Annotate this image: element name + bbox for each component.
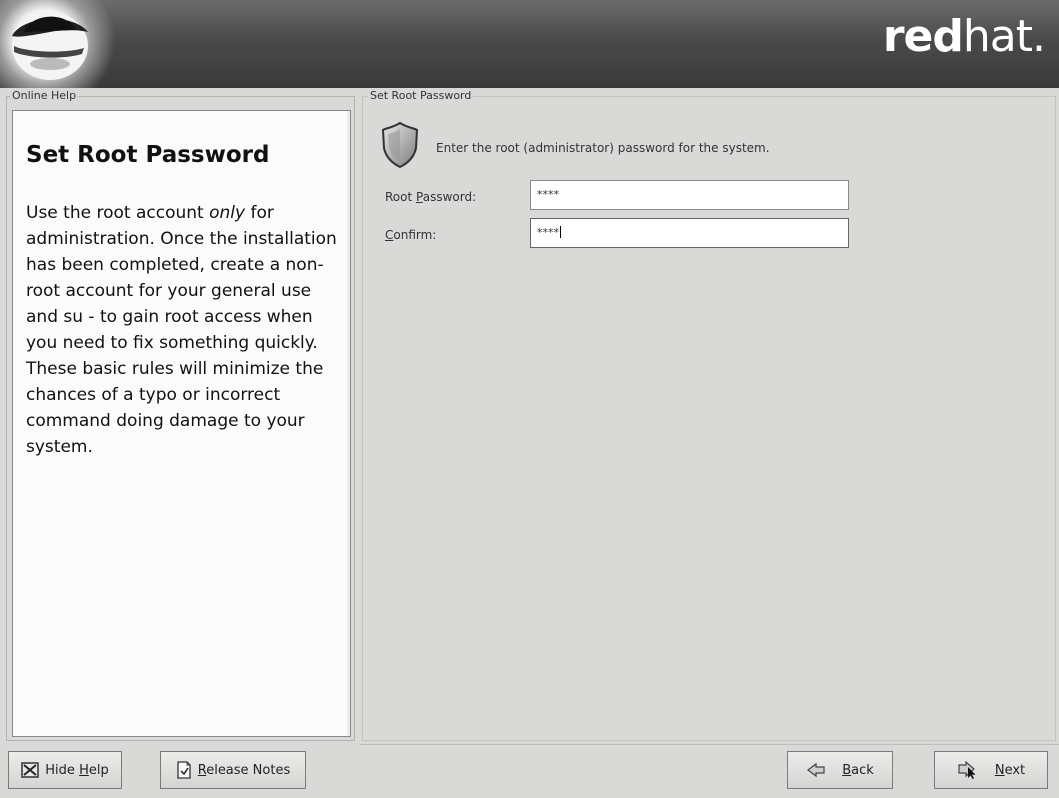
back-mnemonic: B: [842, 762, 852, 778]
release-notes-button[interactable]: Release Notes: [160, 751, 306, 789]
back-button[interactable]: Back: [787, 751, 893, 789]
back-label: Back: [842, 763, 874, 778]
hide-help-label: Hide Help: [45, 763, 108, 778]
root-password-label-prefix: Root: [385, 190, 417, 204]
hide-help-button[interactable]: Hide Help: [8, 751, 122, 789]
root-password-label-suffix: assword:: [422, 190, 477, 204]
root-password-field[interactable]: ****: [530, 180, 849, 210]
confirm-password-field[interactable]: ****: [530, 218, 849, 248]
confirm-password-value: ****: [537, 226, 559, 239]
confirm-password-label: Confirm:: [385, 228, 436, 242]
hide-help-mnemonic: H: [79, 762, 89, 778]
release-notes-mnemonic: R: [197, 762, 207, 778]
hide-help-icon: [21, 762, 40, 778]
release-notes-icon: [177, 761, 191, 779]
back-label-suffix: ack: [851, 762, 874, 778]
release-notes-label-suffix: elease Notes: [206, 762, 291, 778]
next-mnemonic: N: [994, 762, 1005, 778]
instruction-text: Enter the root (administrator) password …: [436, 141, 770, 155]
root-password-group-label: Set Root Password: [368, 89, 474, 102]
next-button[interactable]: Next: [934, 751, 1048, 789]
help-body-text-end: for administration. Once the installatio…: [26, 203, 337, 457]
root-password-value: ****: [537, 188, 559, 201]
next-label: Next: [995, 763, 1025, 778]
next-label-suffix: ext: [1004, 762, 1026, 778]
release-notes-label: Release Notes: [198, 763, 290, 778]
online-help-frame-label: Online Help: [10, 89, 79, 102]
root-password-label-mnemonic: P: [416, 190, 423, 204]
help-body-text-start: Use the root account: [26, 203, 210, 223]
back-arrow-icon: [807, 762, 825, 778]
shield-icon: [381, 121, 419, 169]
help-pane-edge: [347, 111, 350, 736]
help-body-emphasis: only: [209, 203, 246, 223]
confirm-label-suffix: onfirm:: [393, 228, 437, 242]
next-arrow-icon: [958, 761, 976, 779]
hide-help-label-suffix: elp: [88, 762, 109, 778]
help-title: Set Root Password: [26, 142, 270, 168]
redhat-logo: redhat.: [882, 11, 1046, 62]
header-banner: redhat.: [0, 0, 1059, 88]
bottom-divider: [360, 744, 1059, 745]
help-body: Use the root account only for administra…: [26, 200, 346, 460]
shadowman-hat-icon: [12, 12, 88, 80]
text-caret: [560, 226, 561, 238]
hide-help-label-prefix: Hide: [45, 762, 80, 778]
root-password-label: Root Password:: [385, 190, 476, 204]
